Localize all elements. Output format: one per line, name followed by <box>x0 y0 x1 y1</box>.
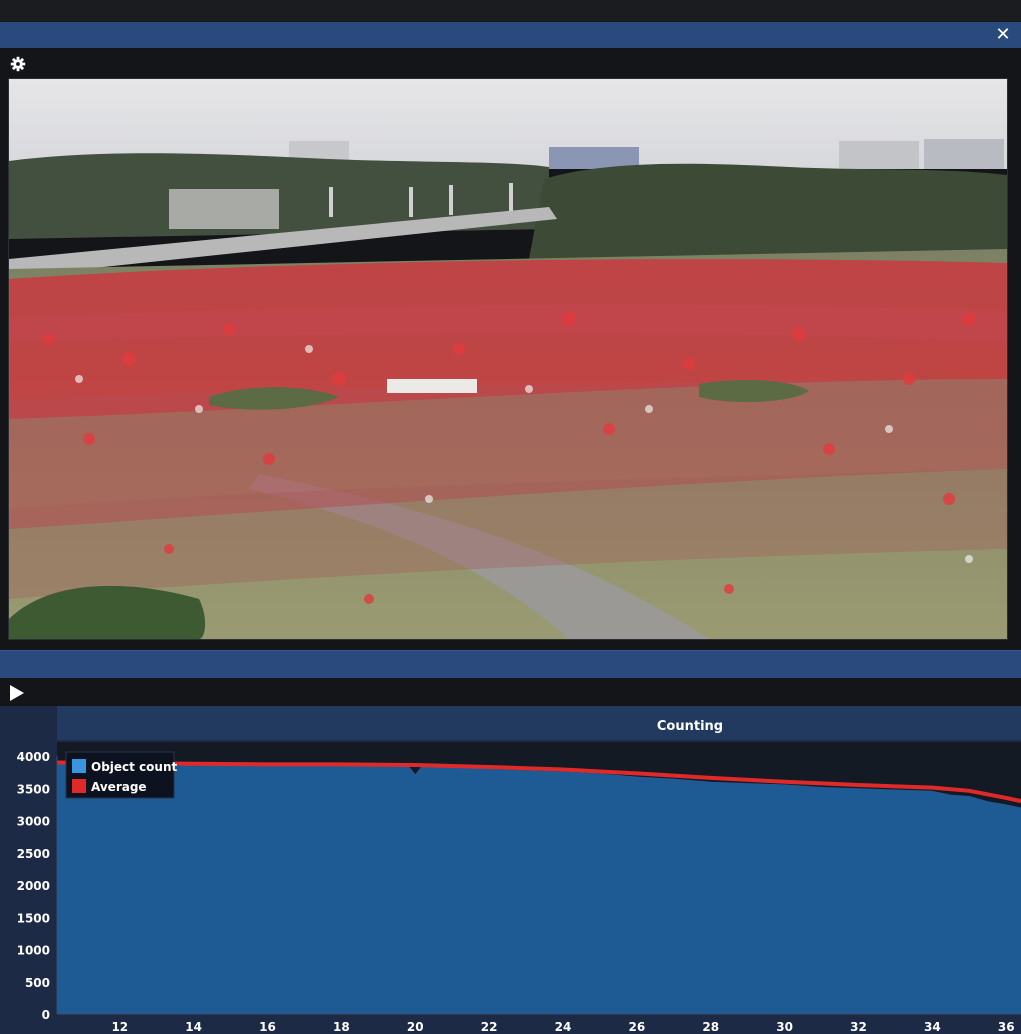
gear-icon[interactable] <box>10 56 26 72</box>
legend-swatch-average <box>72 779 86 793</box>
y-tick-label: 2500 <box>17 847 50 861</box>
x-tick-label: 30 <box>776 1020 793 1034</box>
y-tick-label: 2000 <box>17 879 50 893</box>
counting-chart-panel: Counting 0 500 1000 1500 2000 2500 3000 3500 4000… <box>0 706 1021 1034</box>
legend-label-average: Average <box>91 780 147 794</box>
x-tick-label: 26 <box>629 1020 646 1034</box>
y-tick-label: 3000 <box>17 815 50 829</box>
y-tick-label: 1000 <box>17 944 50 958</box>
video-panel <box>0 48 1021 650</box>
x-tick-label: 12 <box>111 1020 128 1034</box>
x-tick-label: 36 <box>998 1020 1015 1034</box>
window-top-strip <box>0 0 1021 22</box>
chart-header-bar <box>57 706 1021 740</box>
crowd-scene-image <box>9 79 1007 639</box>
x-tick-label: 34 <box>924 1020 941 1034</box>
chart-title: Counting <box>657 719 723 734</box>
x-tick-label: 14 <box>185 1020 202 1034</box>
close-icon[interactable]: ✕ <box>993 25 1013 45</box>
panel-separator-bar <box>0 650 1021 679</box>
window-titlebar: ✕ <box>0 22 1021 48</box>
series-object-count-area <box>57 763 1021 1014</box>
y-tick-label: 0 <box>42 1008 50 1022</box>
x-tick-label: 22 <box>481 1020 498 1034</box>
x-tick-label: 28 <box>702 1020 719 1034</box>
y-tick-label: 500 <box>25 976 50 990</box>
x-tick-label: 18 <box>333 1020 350 1034</box>
video-frame-crowd[interactable] <box>8 78 1008 640</box>
y-tick-label: 1500 <box>17 911 50 925</box>
x-tick-label: 24 <box>555 1020 572 1034</box>
play-icon[interactable] <box>10 685 24 701</box>
counting-chart: Counting 0 500 1000 1500 2000 2500 3000 3500 4000… <box>17 706 1021 1034</box>
x-tick-label: 32 <box>850 1020 867 1034</box>
legend-label-object-count: Object count <box>91 760 178 774</box>
playback-controls <box>0 678 1021 706</box>
y-tick-label: 3500 <box>17 782 50 796</box>
x-tick-label: 20 <box>407 1020 424 1034</box>
legend-swatch-object-count <box>72 759 86 773</box>
x-tick-label: 16 <box>259 1020 276 1034</box>
y-tick-label: 4000 <box>17 750 50 764</box>
